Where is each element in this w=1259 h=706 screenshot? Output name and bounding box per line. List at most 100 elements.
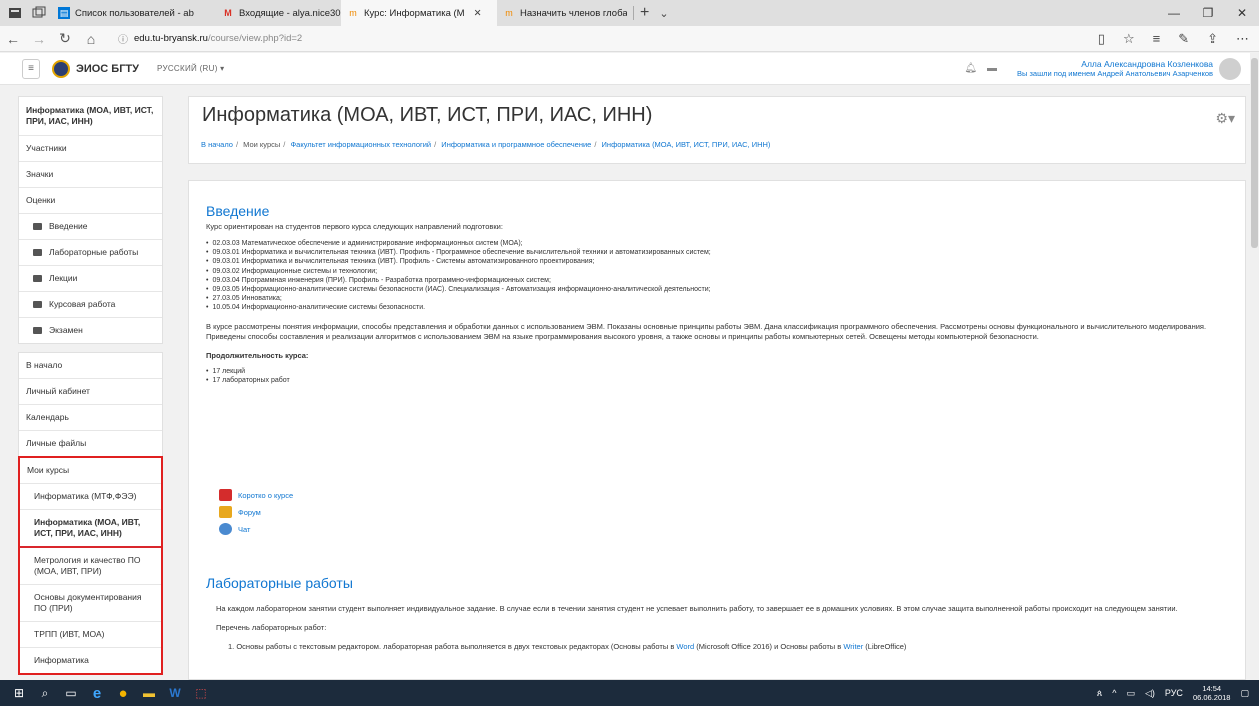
system-tray: ጰ ^ ▭ ◁) РУС 14:54 06.06.2018 ▢ — [1097, 684, 1259, 702]
browser-tab[interactable]: M Входящие - alya.nice3010@ — [216, 0, 341, 26]
notes-pen-icon[interactable]: ✎ — [1178, 31, 1189, 47]
maximize-icon[interactable]: ❐ — [1191, 6, 1225, 20]
sidebar-item-calendar[interactable]: Календарь — [19, 405, 162, 431]
breadcrumb-link[interactable]: Информатика (МОА, ИВТ, ИСТ, ПРИ, ИАС, ИН… — [602, 140, 771, 149]
favorite-star-icon[interactable]: ☆ — [1123, 31, 1135, 47]
browser-actions: ▯ ☆ ≡ ✎ ⇪ ⋯ — [1098, 31, 1259, 47]
sidebar-item-home[interactable]: В начало — [19, 353, 162, 379]
menu-toggle-icon[interactable]: ≡ — [22, 58, 40, 79]
sidebar-item-participants[interactable]: Участники — [19, 136, 162, 162]
scrollbar-thumb[interactable] — [1251, 58, 1258, 248]
task-view-icon[interactable]: ▭ — [58, 680, 84, 706]
section-title: Лабораторные работы — [206, 575, 353, 591]
sidebar-course-link[interactable]: Основы документирования ПО (ПРИ) — [20, 585, 161, 622]
more-icon[interactable]: ⋯ — [1236, 31, 1249, 47]
breadcrumb-link[interactable]: В начало — [201, 140, 233, 149]
list-item: 09.03.01 Информатика и вычислительная те… — [206, 248, 1231, 257]
network-icon[interactable]: ▭ — [1126, 688, 1135, 699]
browser-tab-active[interactable]: m Курс: Информатика (М ✕ — [341, 0, 497, 26]
breadcrumb-link[interactable]: Информатика и программное обеспечение — [441, 140, 591, 149]
favorites-list-icon[interactable]: ≡ — [1153, 31, 1161, 47]
activity-chat[interactable]: Чат — [219, 523, 293, 535]
notifications-bell-icon[interactable]: 🔔︎ — [964, 63, 977, 74]
sidebar-course-link[interactable]: Метрология и качество ПО (МОА, ИВТ, ПРИ) — [20, 548, 161, 585]
windows-start-icon[interactable]: ⊞ — [6, 680, 32, 706]
section-label: Лекции — [49, 273, 78, 283]
lab-text: 1. Основы работы с текстовым редактором.… — [228, 642, 677, 651]
activity-forum[interactable]: Форум — [219, 506, 293, 518]
close-window-icon[interactable]: ✕ — [1225, 6, 1259, 20]
search-icon[interactable]: ⌕ — [32, 680, 58, 706]
language-menu[interactable]: РУССКИЙ (RU) ▾ — [157, 64, 225, 73]
activity-link[interactable]: Коротко о курсе — [238, 491, 293, 500]
people-icon[interactable]: ጰ — [1097, 688, 1102, 699]
activity-about[interactable]: Коротко о курсе — [219, 489, 293, 501]
logo[interactable] — [52, 59, 70, 78]
reading-view-icon[interactable]: ▯ — [1098, 31, 1105, 47]
sidebar-section-intro[interactable]: Введение — [19, 214, 162, 240]
sidebar-item-badges[interactable]: Значки — [19, 162, 162, 188]
tab-preview-icon[interactable] — [32, 6, 46, 20]
messages-icon[interactable]: ▬ — [987, 63, 997, 74]
url-field[interactable]: ⓘ edu.tu-bryansk.ru /course/view.php?id=… — [118, 31, 302, 46]
pdf-reader-icon[interactable]: ⬚ — [188, 680, 214, 706]
edge-browser-icon[interactable]: e — [84, 680, 110, 706]
lab-text: (LibreOffice) — [863, 642, 907, 651]
sidebar-section-coursework[interactable]: Курсовая работа — [19, 292, 162, 318]
tab-label: Курс: Информатика (М — [364, 7, 465, 19]
sidebar-my-courses-title[interactable]: Мои курсы — [20, 458, 161, 484]
activity-link[interactable]: Форум — [238, 508, 261, 517]
sidebar-course-link-current[interactable]: Информатика (МОА, ИВТ, ИСТ, ПРИ, ИАС, ИН… — [20, 510, 161, 548]
input-language[interactable]: РУС — [1165, 688, 1183, 698]
address-bar: ← → ↻ ⌂ ⓘ edu.tu-bryansk.ru /course/view… — [0, 26, 1259, 52]
share-icon[interactable]: ⇪ — [1207, 31, 1218, 47]
writer-link[interactable]: Writer — [843, 642, 863, 651]
tab-list-chevron-icon[interactable]: ⌄ — [659, 7, 668, 20]
sidebar-course-link[interactable]: Информатика — [20, 648, 161, 673]
sidebar-item-private-files[interactable]: Личные файлы — [19, 431, 162, 457]
word-link[interactable]: Word — [676, 642, 694, 651]
browser-tab[interactable]: ▤ Список пользователей - ab — [52, 0, 216, 26]
volume-icon[interactable]: ◁) — [1145, 688, 1155, 699]
section-title: Введение — [206, 203, 270, 219]
sidebar-section-lectures[interactable]: Лекции — [19, 266, 162, 292]
section-label: Курсовая работа — [49, 299, 116, 309]
action-center-icon[interactable]: ▢ — [1240, 688, 1249, 699]
minimize-icon[interactable]: — — [1157, 6, 1191, 20]
sidebar-item-grades[interactable]: Оценки — [19, 188, 162, 214]
sidebar-course-title[interactable]: Информатика (МОА, ИВТ, ИСТ, ПРИ, ИАС, ИН… — [19, 97, 162, 136]
sidebar-section-exam[interactable]: Экзамен — [19, 318, 162, 343]
clock[interactable]: 14:54 06.06.2018 — [1193, 684, 1231, 702]
close-tab-icon[interactable]: ✕ — [474, 8, 482, 19]
gear-icon[interactable]: ⚙▾ — [1215, 110, 1235, 127]
sidebar-course-link[interactable]: ТРПП (ИВТ, МОА) — [20, 622, 161, 648]
breadcrumb-link[interactable]: Факультет информационных технологий — [290, 140, 431, 149]
sidebar-course-link[interactable]: Информатика (МТФ,ФЭЭ) — [20, 484, 161, 510]
activity-link[interactable]: Чат — [238, 525, 250, 534]
file-explorer-icon[interactable]: ▬ — [136, 680, 162, 706]
new-tab-icon[interactable]: + — [640, 4, 649, 22]
tray-chevron-icon[interactable]: ^ — [1112, 688, 1116, 698]
gmail-icon: M — [224, 8, 232, 18]
tab-separator — [633, 6, 634, 20]
window-menu-icon[interactable] — [8, 6, 22, 20]
user-name[interactable]: Алла Александровна Козленкова — [1017, 59, 1213, 69]
breadcrumb-separator: / — [283, 140, 286, 149]
refresh-icon[interactable]: ↻ — [52, 30, 78, 47]
back-icon[interactable]: ← — [0, 31, 26, 47]
browser-tab[interactable]: m Назначить членов глобаль — [497, 0, 627, 26]
chrome-icon[interactable]: ● — [110, 680, 136, 706]
pdf-file-icon — [219, 489, 232, 501]
sidebar-item-dashboard[interactable]: Личный кабинет — [19, 379, 162, 405]
avatar[interactable] — [1219, 57, 1241, 80]
sidebar-section-labs[interactable]: Лабораторные работы — [19, 240, 162, 266]
page-title: Информатика (МОА, ИВТ, ИСТ, ПРИ, ИАС, ИН… — [202, 104, 653, 126]
site-brand[interactable]: ЭИОС БГТУ — [76, 63, 139, 75]
user-info[interactable]: Алла Александровна Козленкова Вы зашли п… — [1017, 59, 1213, 79]
forward-icon[interactable]: → — [26, 31, 52, 47]
moodle-icon: m — [505, 8, 513, 18]
course-content: Введение Курс ориентирован на студентов … — [188, 180, 1246, 680]
home-icon[interactable]: ⌂ — [78, 31, 104, 47]
site-navbar: ≡ ЭИОС БГТУ РУССКИЙ (RU) ▾ 🔔︎ ▬ Алла Але… — [0, 53, 1259, 85]
word-app-icon[interactable]: W — [162, 680, 188, 706]
